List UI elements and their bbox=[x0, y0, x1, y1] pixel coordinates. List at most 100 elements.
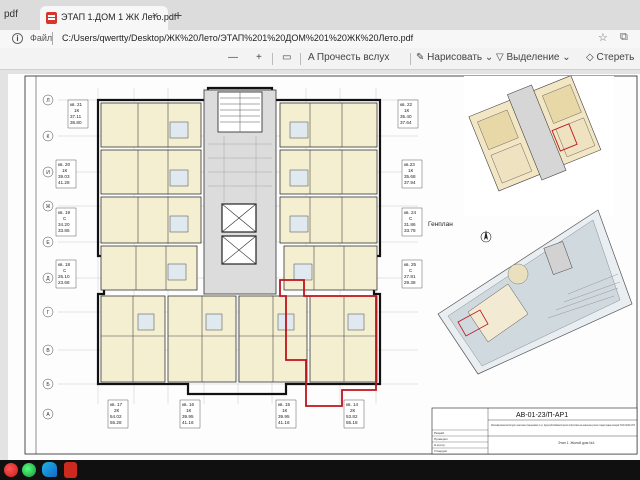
apt-area-total: 41.16 bbox=[278, 420, 290, 425]
apt-number: кв. 14 bbox=[346, 402, 359, 407]
draw-label: Нарисовать bbox=[427, 52, 483, 63]
apartment-label-kv20: кв. 20 1К 39.03 41.28 bbox=[55, 159, 77, 189]
apt-number: кв. 24 bbox=[404, 210, 417, 215]
apt-area-total: 37.64 bbox=[400, 120, 412, 125]
floor-plan-drawing: Л К И Ж Е Д Г В Б А кв. 21 1К 37.11 36.8… bbox=[24, 75, 638, 455]
stamp-row-label: Разраб. bbox=[434, 431, 445, 435]
chevron-down-icon[interactable]: ⌄ bbox=[485, 52, 493, 63]
pdf-reader-icon[interactable] bbox=[64, 462, 77, 478]
apartment-label-kv21: кв. 21 1К 37.11 36.80 bbox=[67, 99, 89, 129]
address-divider bbox=[52, 32, 53, 45]
grid-letter: Е bbox=[46, 240, 50, 246]
info-icon[interactable]: i bbox=[12, 33, 23, 44]
tab-active-pdf[interactable]: ЭТАП 1.ДОМ 1 ЖК Лето.pdf × bbox=[40, 6, 176, 30]
genplan-label: Генплан bbox=[428, 221, 453, 228]
pdf-viewer[interactable]: Л К И Ж Е Д Г В Б А кв. 21 1К 37.11 36.8… bbox=[0, 70, 640, 460]
apt-type: 1К bbox=[408, 168, 414, 173]
green-app-icon[interactable] bbox=[22, 463, 36, 477]
stamp-row-label: Утвердил bbox=[434, 449, 448, 453]
apt-area: 27.81 bbox=[404, 274, 416, 279]
grid-letter: Л bbox=[46, 98, 49, 104]
chevron-down-icon[interactable]: ⌄ bbox=[562, 52, 570, 63]
highlight-button[interactable]: ▽ Выделение ⌄ bbox=[496, 52, 571, 63]
pdf-toolbar: — + ▭ A Прочесть вслух ✎ Нарисовать ⌄ ▽ … bbox=[0, 48, 640, 70]
apt-area-total: 55.28 bbox=[110, 420, 122, 425]
toolbar-divider bbox=[410, 53, 411, 65]
grid-letter: А bbox=[46, 412, 50, 418]
apt-area-total: 37.94 bbox=[404, 180, 416, 185]
new-tab-button[interactable]: + bbox=[174, 8, 182, 22]
grid-letter: В bbox=[46, 348, 50, 354]
toolbar-divider bbox=[272, 53, 273, 65]
apt-number: кв. 21 bbox=[70, 102, 83, 107]
apt-area-total: 33.78 bbox=[404, 228, 416, 233]
zoom-out-button[interactable]: — bbox=[228, 52, 238, 63]
key-plan bbox=[464, 75, 614, 216]
apt-area-total: 55.18 bbox=[346, 420, 358, 425]
apartment-label-kv18: кв. 18 С 25.10 23.68 bbox=[55, 259, 77, 289]
stamp-description: Многоквартирный жилой дом с нежилыми пом… bbox=[491, 423, 635, 427]
collections-icon[interactable]: ⧉ bbox=[620, 31, 628, 44]
apt-number: кв. 16 bbox=[182, 402, 195, 407]
draw-button[interactable]: ✎ Нарисовать ⌄ bbox=[416, 52, 493, 63]
apt-number: кв. 17 bbox=[110, 402, 123, 407]
apt-number: кв. 22 bbox=[400, 102, 413, 107]
stair-core bbox=[203, 89, 277, 295]
apt-number: кв. 19 bbox=[58, 210, 71, 215]
apt-type: 1К bbox=[404, 108, 410, 113]
apt-area: 25.10 bbox=[58, 274, 70, 279]
address-url-input[interactable]: C:/Users/qwertty/Desktop/ЖК%20Лето/ЭТАП%… bbox=[62, 33, 413, 43]
os-taskbar bbox=[0, 460, 640, 480]
pdf-page: Л К И Ж Е Д Г В Б А кв. 21 1К 37.11 36.8… bbox=[8, 74, 640, 460]
apt-area: 37.11 bbox=[70, 114, 82, 119]
apt-number: кв.23 bbox=[404, 162, 415, 167]
favorite-star-icon[interactable]: ☆ bbox=[598, 31, 608, 44]
zoom-in-button[interactable]: + bbox=[256, 52, 262, 63]
title-block: АВ-01-23/П-АР1 Многоквартирный жилой дом… bbox=[431, 407, 638, 455]
apt-number: кв. 25 bbox=[404, 262, 417, 267]
stamp-row-label: Н.контр. bbox=[434, 443, 446, 447]
stamp-sheet-title: Этап 1. Жилой дом №1 bbox=[558, 441, 595, 445]
apartment-label-kv19: кв. 19 С 34.20 33.85 bbox=[55, 207, 77, 237]
apt-area: 35.68 bbox=[404, 174, 416, 179]
apt-area: 39.03 bbox=[58, 174, 70, 179]
apartment-label-kv25: кв. 25 С 27.81 29.38 bbox=[401, 259, 423, 289]
apt-type: 1К bbox=[186, 408, 192, 413]
erase-label: Стереть bbox=[596, 52, 635, 63]
apt-type: 2К bbox=[114, 408, 120, 413]
apt-area-total: 36.80 bbox=[70, 120, 82, 125]
apartment-label-kv14: кв. 14 2К 53.82 55.18 bbox=[343, 399, 365, 429]
highlight-label: Выделение bbox=[506, 52, 560, 63]
grid-letters: Л К И Ж Е Д Г В Б А bbox=[46, 98, 51, 418]
stamp-row-label: Проверил bbox=[434, 437, 448, 441]
browser-window: { "tabs": { "previous_label": "pdf", "ac… bbox=[0, 0, 640, 480]
apt-number: кв. 15 bbox=[278, 402, 291, 407]
grid-letter: Б bbox=[46, 382, 50, 388]
apt-area: 31.86 bbox=[404, 222, 416, 227]
tab-close-icon[interactable]: × bbox=[152, 10, 158, 22]
read-aloud-button[interactable]: A Прочесть вслух bbox=[308, 52, 389, 63]
apt-area-total: 23.68 bbox=[58, 280, 70, 285]
apt-type: 1К bbox=[282, 408, 288, 413]
erase-button[interactable]: ◇ Стереть bbox=[586, 52, 634, 63]
apartment-label-kv23: кв.23 1К 35.68 37.94 bbox=[401, 159, 423, 189]
apartment-label-kv24: кв. 24 С 31.86 33.78 bbox=[401, 207, 423, 237]
read-aloud-label: Прочесть вслух bbox=[316, 52, 390, 63]
apt-area-total: 29.38 bbox=[404, 280, 416, 285]
grid-letter: Г bbox=[47, 310, 50, 316]
highlighter-icon: ▽ bbox=[496, 52, 504, 63]
red-app-icon[interactable] bbox=[4, 463, 18, 477]
tab-title: ЭТАП 1.ДОМ 1 ЖК Лето.pdf bbox=[61, 12, 177, 22]
toolbar-divider bbox=[300, 53, 301, 65]
apt-number: кв. 20 bbox=[58, 162, 71, 167]
north-arrow-icon bbox=[480, 230, 492, 243]
grid-letter: И bbox=[46, 170, 50, 176]
apt-area: 53.82 bbox=[346, 414, 358, 419]
fit-page-icon[interactable]: ▭ bbox=[282, 52, 291, 63]
apartment-label-kv17: кв. 17 2К 54.02 55.28 bbox=[107, 399, 129, 429]
edge-browser-icon[interactable] bbox=[42, 462, 57, 477]
tab-previous[interactable]: pdf bbox=[0, 6, 22, 28]
apt-area-total: 33.85 bbox=[58, 228, 70, 233]
apt-type: 1К bbox=[62, 168, 68, 173]
apt-area-total: 41.28 bbox=[58, 180, 70, 185]
